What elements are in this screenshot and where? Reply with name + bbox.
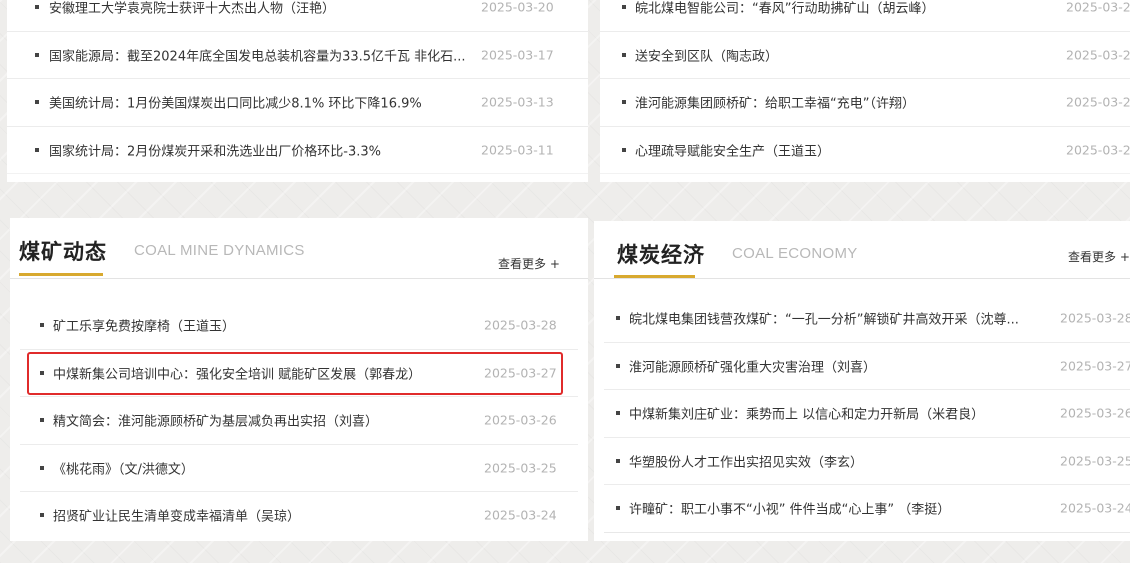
news-date: 2025-03-26 [1066,0,1130,15]
section-title-underline [614,275,695,278]
news-title[interactable]: 皖北煤电集团钱营孜煤矿：“一孔一分析”解锁矿井高效开采（沈尊... [629,309,1049,328]
news-date: 2025-03-13 [481,94,554,110]
bullet-icon [40,323,44,328]
list-item[interactable]: 皖北煤电集团钱营孜煤矿：“一孔一分析”解锁矿井高效开采（沈尊... 2025-0… [604,295,1130,343]
list-item[interactable]: 国家能源局：截至2024年底全国发电总装机容量为33.5亿千瓦 非化石... 2… [7,32,588,79]
news-title[interactable]: 皖北煤电智能公司：“春风”行动助拂矿山（胡云峰） [635,0,1055,17]
list-item[interactable]: 矿工乐享免费按摩椅（王道玉） 2025-03-28 [20,302,578,350]
bullet-icon [616,458,620,463]
bullet-icon [616,363,620,368]
bullet-icon [616,411,620,416]
news-title[interactable]: 淮河能源顾桥矿强化重大灾害治理（刘喜） [629,356,1049,375]
list-item[interactable]: 国家统计局：2月份煤炭开采和洗选业出厂价格环比-3.3% 2025-03-11 [7,127,588,174]
list-item[interactable]: 中煤新集刘庄矿业：乘势而上 以信心和定力开新局（米君良） 2025-03-26 [604,390,1130,438]
list-item[interactable]: 《桃花雨》（文/洪德文） 2025-03-25 [20,445,578,492]
bullet-icon [35,52,39,57]
list-item[interactable]: 中煤新集公司培训中心：强化安全培训 赋能矿区发展（郭春龙） 2025-03-27 [20,350,578,397]
news-title[interactable]: 招贤矿业让民生清单变成幸福清单（吴琼） [53,506,473,525]
news-title[interactable]: 淮河能源集团顾桥矿：给职工幸福“充电”（许翔） [635,93,1055,112]
news-panel-top-right: 皖北煤电智能公司：“春风”行动助拂矿山（胡云峰） 2025-03-26 送安全到… [600,0,1130,182]
news-title[interactable]: 国家能源局：截至2024年底全国发电总装机容量为33.5亿千瓦 非化石... [49,45,469,64]
view-more-link[interactable]: 查看更多 + [498,255,560,272]
section-header: 煤炭经济 COAL ECONOMY 查看更多 + [594,221,1130,279]
bullet-icon [622,147,626,152]
bullet-icon [622,5,626,10]
list-item[interactable]: 招贤矿业让民生清单变成幸福清单（吴琼） 2025-03-24 [20,492,578,539]
news-date: 2025-03-25 [1060,453,1130,469]
news-title[interactable]: 华塑股份人才工作出实招见实效（李玄） [629,451,1049,470]
section-title[interactable]: 煤炭经济 [617,239,705,269]
news-title[interactable]: 矿工乐享免费按摩椅（王道玉） [53,316,473,335]
list-item[interactable]: 许疃矿：职工小事不“小视” 件件当成“心上事” （李挺） 2025-03-24 [604,485,1130,533]
bullet-icon [35,100,39,105]
bullet-icon [40,513,44,518]
bullet-icon [40,418,44,423]
list-item[interactable]: 安徽理工大学袁亮院士获评十大杰出人物（汪艳） 2025-03-20 [7,0,588,32]
list-item[interactable]: 精文简会：淮河能源顾桥矿为基层减负再出实招（刘喜） 2025-03-26 [20,397,578,445]
news-title[interactable]: 中煤新集刘庄矿业：乘势而上 以信心和定力开新局（米君良） [629,404,1049,423]
list-item[interactable]: 美国统计局：1月份美国煤炭出口同比减少8.1% 环比下降16.9% 2025-0… [7,79,588,127]
coal-economy-panel: 煤炭经济 COAL ECONOMY 查看更多 + 皖北煤电集团钱营孜煤矿：“一孔… [594,221,1130,541]
news-date: 2025-03-25 [1066,47,1130,63]
news-date: 2025-03-23 [1066,142,1130,158]
section-title[interactable]: 煤矿动态 [19,236,107,266]
news-title[interactable]: 中煤新集公司培训中心：强化安全培训 赋能矿区发展（郭春龙） [53,363,473,382]
news-title[interactable]: 美国统计局：1月份美国煤炭出口同比减少8.1% 环比下降16.9% [49,93,469,112]
list-item[interactable]: 淮河能源顾桥矿强化重大灾害治理（刘喜） 2025-03-27 [604,343,1130,390]
news-title[interactable]: 许疃矿：职工小事不“小视” 件件当成“心上事” （李挺） [629,499,1049,518]
news-date: 2025-03-20 [481,0,554,15]
bullet-icon [616,316,620,321]
news-panel-top-left: 安徽理工大学袁亮院士获评十大杰出人物（汪艳） 2025-03-20 国家能源局：… [7,0,588,182]
news-title[interactable]: 心理疏导赋能安全生产（王道玉） [635,140,1055,159]
news-date: 2025-03-28 [484,317,557,333]
view-more-link[interactable]: 查看更多 + [1068,248,1130,265]
bullet-icon [40,465,44,470]
bullet-icon [616,506,620,511]
news-date: 2025-03-28 [1060,310,1130,326]
section-title-underline [19,273,103,276]
news-date: 2025-03-26 [484,412,557,428]
news-title[interactable]: 精文简会：淮河能源顾桥矿为基层减负再出实招（刘喜） [53,411,473,430]
bullet-icon [35,5,39,10]
bullet-icon [35,147,39,152]
news-date: 2025-03-27 [484,365,557,381]
section-subtitle: COAL MINE DYNAMICS [134,242,305,259]
news-date: 2025-03-25 [484,460,557,476]
news-date: 2025-03-26 [1060,405,1130,421]
bullet-icon [622,52,626,57]
news-title[interactable]: 送安全到区队（陶志政） [635,45,1055,64]
news-date: 2025-03-11 [481,142,554,158]
section-subtitle: COAL ECONOMY [732,245,858,262]
news-date: 2025-03-24 [1066,94,1130,110]
news-date: 2025-03-27 [1060,358,1130,374]
list-item[interactable]: 淮河能源集团顾桥矿：给职工幸福“充电”（许翔） 2025-03-24 [600,79,1130,127]
list-item[interactable]: 心理疏导赋能安全生产（王道玉） 2025-03-23 [600,127,1130,174]
section-header: 煤矿动态 COAL MINE DYNAMICS 查看更多 + [10,218,588,279]
list-item[interactable]: 皖北煤电智能公司：“春风”行动助拂矿山（胡云峰） 2025-03-26 [600,0,1130,32]
news-title[interactable]: 国家统计局：2月份煤炭开采和洗选业出厂价格环比-3.3% [49,140,469,159]
news-date: 2025-03-24 [484,507,557,523]
coal-mine-dynamics-panel: 煤矿动态 COAL MINE DYNAMICS 查看更多 + 矿工乐享免费按摩椅… [10,218,588,541]
news-date: 2025-03-24 [1060,500,1130,516]
news-title[interactable]: 安徽理工大学袁亮院士获评十大杰出人物（汪艳） [49,0,469,17]
list-item[interactable]: 华塑股份人才工作出实招见实效（李玄） 2025-03-25 [604,438,1130,485]
bullet-icon [622,100,626,105]
news-date: 2025-03-17 [481,47,554,63]
news-title[interactable]: 《桃花雨》（文/洪德文） [53,458,473,477]
list-item[interactable]: 送安全到区队（陶志政） 2025-03-25 [600,32,1130,79]
bullet-icon [40,370,44,375]
